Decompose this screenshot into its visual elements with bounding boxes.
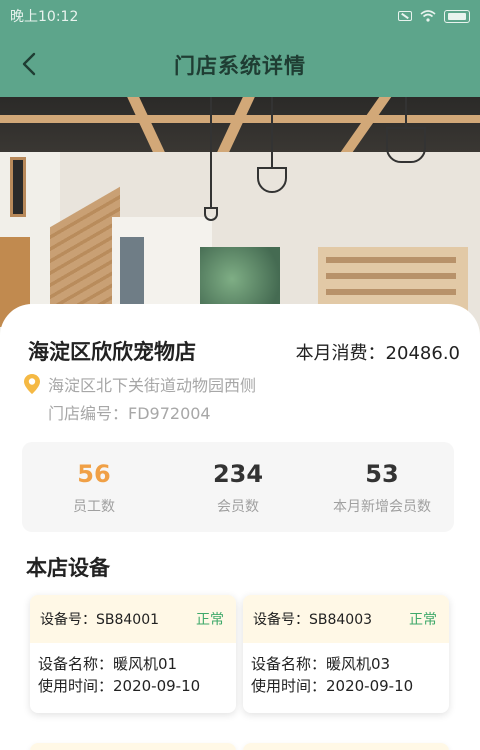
stat-members[interactable]: 234 会员数 xyxy=(166,442,310,532)
status-bar: 晚上10:12 xyxy=(0,0,480,32)
sim-icon xyxy=(398,11,412,21)
store-code: 门店编号：FD972004 xyxy=(48,404,211,423)
device-id: 设备号：SB84001 xyxy=(40,612,160,628)
device-use-time: 使用时间：2020-09-10 xyxy=(38,677,201,695)
stat-label: 本月新增会员数 xyxy=(333,499,431,515)
back-chevron-left-icon[interactable] xyxy=(16,50,44,78)
location-pin-icon xyxy=(24,374,40,394)
stat-label: 会员数 xyxy=(217,499,259,515)
device-card-partial[interactable] xyxy=(243,743,449,750)
device-name: 设备名称：暖风机03 xyxy=(251,655,391,673)
page-title: 门店系统详情 xyxy=(174,53,306,78)
status-time: 晚上10:12 xyxy=(10,9,79,25)
device-card-header xyxy=(243,743,449,750)
store-detail-card: 海淀区欣欣宠物店 本月消费：20486.0 海淀区北下关街道动物园西侧 门店编号… xyxy=(0,304,480,750)
store-address-row: 海淀区北下关街道动物园西侧 xyxy=(24,372,256,396)
store-header-row: 海淀区欣欣宠物店 本月消费：20486.0 xyxy=(28,336,460,366)
device-card-body: 设备名称：暖风机03 使用时间：2020-09-10 xyxy=(243,643,449,707)
stat-label: 员工数 xyxy=(73,499,115,515)
device-card[interactable]: 设备号：SB84001 正常 设备名称：暖风机01 使用时间：2020-09-1… xyxy=(30,595,236,713)
device-card-header: 设备号：SB84001 正常 xyxy=(30,595,236,643)
device-id: 设备号：SB84003 xyxy=(253,612,373,628)
store-name: 海淀区欣欣宠物店 xyxy=(28,340,196,364)
device-status: 正常 xyxy=(196,612,224,628)
device-card-header xyxy=(30,743,236,750)
top-bar: 晚上10:12 门店系统详情 xyxy=(0,0,480,97)
stat-new-members[interactable]: 53 本月新增会员数 xyxy=(310,442,454,532)
monthly-spend: 本月消费：20486.0 xyxy=(295,343,460,364)
stat-employees[interactable]: 56 员工数 xyxy=(22,442,166,532)
device-card-partial[interactable] xyxy=(30,743,236,750)
stat-value: 53 xyxy=(365,460,399,488)
device-use-time: 使用时间：2020-09-10 xyxy=(251,677,414,695)
stats-panel: 56 员工数 234 会员数 53 本月新增会员数 xyxy=(22,442,454,532)
status-icons xyxy=(398,9,470,23)
device-card-header: 设备号：SB84003 正常 xyxy=(243,595,449,643)
battery-icon xyxy=(444,9,470,23)
device-status: 正常 xyxy=(409,612,437,628)
device-card[interactable]: 设备号：SB84003 正常 设备名称：暖风机03 使用时间：2020-09-1… xyxy=(243,595,449,713)
device-name: 设备名称：暖风机01 xyxy=(38,655,178,673)
wifi-icon xyxy=(420,10,436,22)
device-card-body: 设备名称：暖风机01 使用时间：2020-09-10 xyxy=(30,643,236,707)
store-photo xyxy=(0,97,480,337)
store-address: 海淀区北下关街道动物园西侧 xyxy=(48,376,257,395)
stat-value: 234 xyxy=(212,460,264,488)
stat-value: 56 xyxy=(77,460,111,488)
nav-header: 门店系统详情 xyxy=(0,32,480,97)
devices-section-title: 本店设备 xyxy=(26,556,110,580)
